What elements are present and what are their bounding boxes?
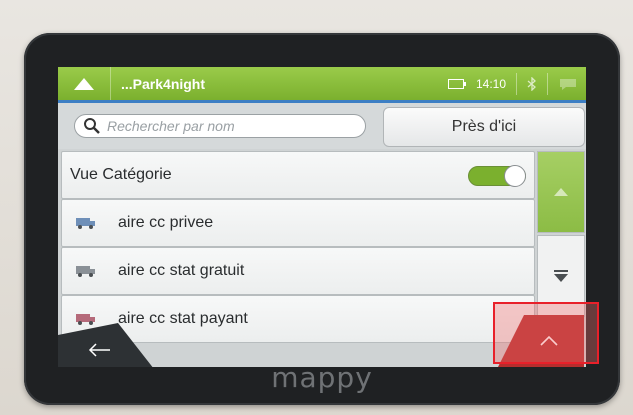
chevron-up-icon [74,77,94,90]
top-bar: ...Park4night 14:10 [58,67,586,100]
page-title: ...Park4night [121,75,206,92]
status-divider [516,72,517,95]
list-item-label: aire cc stat gratuit [118,262,245,279]
status-area: 14:10 [447,72,586,95]
triangle-down-icon [554,270,568,282]
list-item[interactable]: aire cc privee [61,199,535,247]
battery-icon [447,78,466,89]
toggle-knob [504,165,526,187]
list-item[interactable]: aire cc stat payant [61,295,535,343]
camper-van-icon [76,217,98,229]
triangle-up-icon [554,188,568,196]
search-row: Rechercher par nom Près d'ici [58,103,586,149]
search-placeholder: Rechercher par nom [107,118,235,134]
scroll-up-button[interactable] [537,151,585,233]
nearby-button[interactable]: Près d'ici [383,107,585,147]
list-item[interactable]: aire cc stat gratuit [61,247,535,295]
category-view-row[interactable]: Vue Catégorie [61,151,535,199]
camper-van-icon [76,265,98,277]
bluetooth-icon [527,76,536,91]
search-input[interactable]: Rechercher par nom [74,114,366,138]
status-divider [547,72,548,95]
category-view-toggle[interactable] [468,165,526,187]
arrow-left-icon [88,343,110,357]
list-item-label: aire cc stat payant [118,310,248,327]
camper-van-icon [76,313,98,325]
list-item-label: aire cc privee [118,214,214,231]
up-level-button[interactable] [58,67,111,100]
message-icon [560,78,576,90]
clock-time: 14:10 [475,76,506,91]
category-view-label: Vue Catégorie [70,166,172,183]
highlight-box [493,302,599,364]
search-icon [84,118,100,134]
